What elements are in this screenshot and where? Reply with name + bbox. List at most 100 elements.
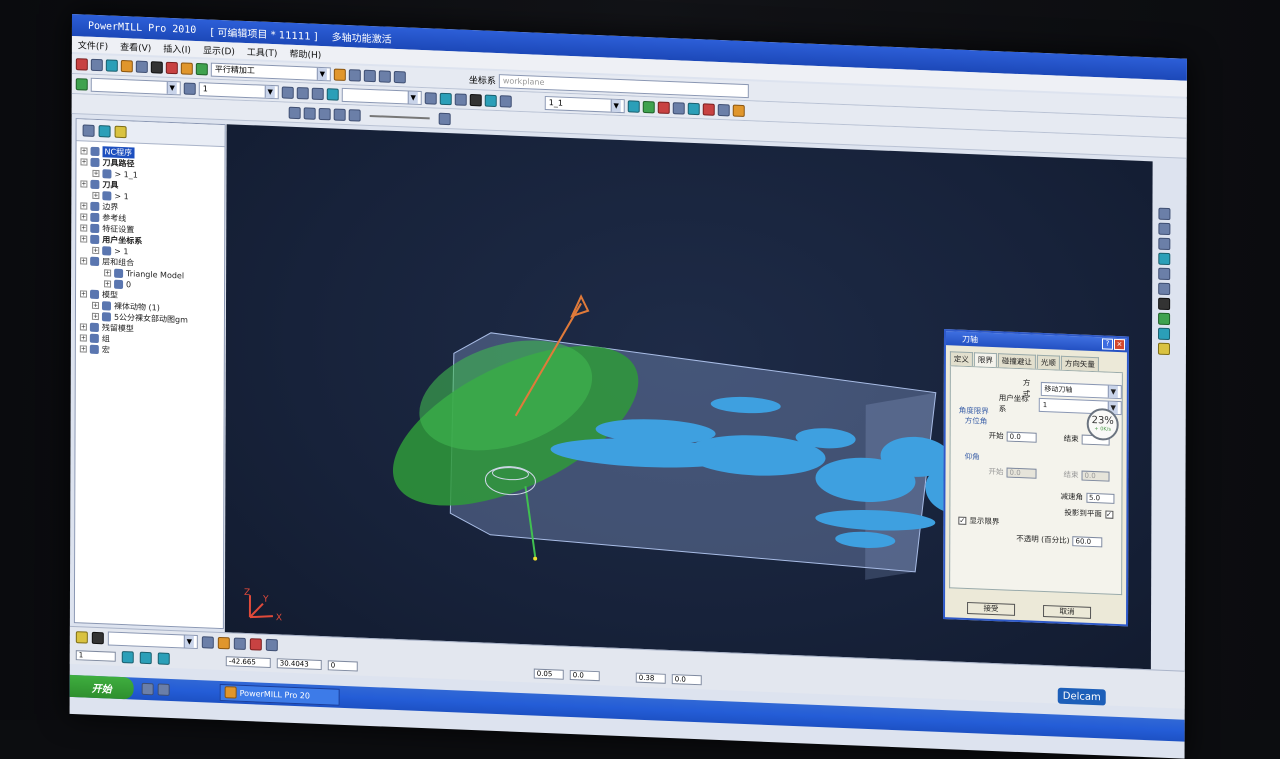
rewind-icon[interactable] (334, 108, 346, 120)
measure-icon[interactable] (470, 93, 482, 105)
tab-direction[interactable]: 方向矢量 (1061, 356, 1099, 372)
menu-file[interactable]: 文件(F) (78, 38, 108, 52)
toolpath-select[interactable]: 1_1▼ (545, 95, 625, 112)
show-limit-checkbox[interactable]: ✓ (958, 516, 966, 524)
expand-icon[interactable]: + (92, 192, 99, 199)
collision-icon[interactable] (440, 92, 452, 104)
view-iso-icon[interactable] (1158, 208, 1170, 220)
stop-icon[interactable] (76, 58, 88, 70)
speed-slider[interactable] (370, 114, 430, 118)
expand-icon[interactable]: + (92, 170, 99, 177)
eject-icon[interactable] (439, 112, 451, 124)
strategy-icon[interactable] (196, 62, 208, 74)
shaded-icon[interactable] (1158, 313, 1170, 325)
view-side-icon[interactable] (1158, 253, 1170, 265)
calculator-icon[interactable] (349, 69, 361, 81)
explorer-tree-icon[interactable] (83, 124, 95, 136)
save-icon[interactable] (91, 58, 103, 70)
elevation-start-field[interactable]: 0.0 (1007, 467, 1037, 478)
render-icon[interactable] (1158, 343, 1170, 355)
menu-view[interactable]: 查看(V) (120, 39, 151, 53)
menu-insert[interactable]: 插入(I) (163, 41, 191, 55)
xy-icon[interactable] (688, 102, 700, 114)
expand-icon[interactable]: + (104, 269, 111, 276)
pan-icon[interactable] (1158, 298, 1170, 310)
fast-forward-icon[interactable] (349, 109, 361, 121)
status-tool-field[interactable]: 1 (76, 650, 116, 662)
verify-icon[interactable] (628, 100, 640, 112)
wireframe-icon[interactable] (1158, 328, 1170, 340)
delete-icon[interactable] (500, 95, 512, 107)
boundary-icon[interactable] (136, 60, 148, 72)
simulate-icon[interactable] (364, 69, 376, 81)
tab-definition[interactable]: 定义 (950, 351, 973, 366)
view-select[interactable]: ▼ (91, 77, 181, 95)
grid-icon[interactable] (379, 70, 391, 82)
menu-help[interactable]: 帮助(H) (289, 46, 321, 60)
play-icon[interactable] (289, 106, 301, 118)
expand-icon[interactable]: + (81, 147, 88, 154)
menu-tools[interactable]: 工具(T) (247, 45, 278, 59)
arrow-icon[interactable] (718, 103, 730, 115)
start-button[interactable]: 开始 (70, 675, 134, 700)
rotate-icon[interactable] (327, 88, 339, 100)
feed-icon[interactable] (733, 104, 745, 116)
taskbar-powermill[interactable]: PowerMILL Pro 20 (220, 683, 340, 705)
zoom-icon[interactable] (1158, 268, 1170, 280)
menu-display[interactable]: 显示(D) (203, 43, 235, 57)
expand-icon[interactable]: + (80, 180, 87, 187)
settings-icon[interactable] (394, 70, 406, 82)
wire-icon[interactable] (297, 87, 309, 99)
refresh-icon[interactable] (234, 638, 246, 650)
view-front-icon[interactable] (1158, 238, 1170, 250)
project-plane-checkbox[interactable]: ✓ (1105, 510, 1113, 518)
tab-collision[interactable]: 碰撞避让 (998, 353, 1036, 369)
expand-icon[interactable]: + (80, 323, 87, 330)
tab-limits[interactable]: 限界 (974, 352, 997, 367)
expand-icon[interactable]: + (92, 302, 99, 309)
explorer-bucket-icon[interactable] (115, 125, 127, 137)
tool-select[interactable]: 1▼ (199, 82, 279, 99)
quicklaunch-ie-icon[interactable] (142, 683, 154, 695)
expand-icon[interactable]: + (80, 235, 87, 242)
probe-icon[interactable] (485, 94, 497, 106)
mill-icon[interactable] (658, 101, 670, 113)
expand-icon[interactable]: + (80, 345, 87, 352)
expand-icon[interactable]: + (92, 313, 99, 320)
leads-icon[interactable] (181, 62, 193, 74)
view-icon[interactable] (76, 78, 88, 90)
calculate-icon[interactable] (334, 68, 346, 80)
eraser-icon[interactable] (218, 637, 230, 649)
accept-button[interactable]: 接受 (967, 602, 1015, 616)
view-top-icon[interactable] (1158, 223, 1170, 235)
spindle-icon[interactable] (703, 103, 715, 115)
block-icon[interactable] (106, 59, 118, 71)
shade-icon[interactable] (282, 86, 294, 98)
pattern-icon[interactable] (151, 61, 163, 73)
expand-icon[interactable]: + (80, 202, 87, 209)
azimuth-start-field[interactable]: 0.0 (1007, 431, 1037, 442)
snap-icon[interactable] (122, 651, 134, 663)
cross-icon[interactable] (425, 92, 437, 104)
pause-icon[interactable] (304, 107, 316, 119)
snap2-icon[interactable] (140, 652, 152, 664)
expand-icon[interactable]: + (80, 334, 87, 341)
tool-icon[interactable] (121, 59, 133, 71)
expand-icon[interactable]: + (80, 224, 87, 231)
elevation-end-field[interactable]: 0.0 (1082, 470, 1110, 481)
green-cube-icon[interactable] (643, 100, 655, 112)
explorer-globe-icon[interactable] (99, 125, 111, 137)
tool-select-icon[interactable] (184, 82, 196, 94)
check-icon[interactable] (455, 93, 467, 105)
zoom-fit-icon[interactable] (1158, 283, 1170, 295)
expand-icon[interactable]: + (80, 158, 87, 165)
dialog-close-button[interactable]: × (1114, 339, 1125, 350)
strategy-select[interactable]: 平行精加工▼ (211, 62, 331, 81)
clear-icon[interactable] (266, 639, 278, 651)
cancel-button[interactable]: 取消 (1043, 605, 1091, 619)
step-back-icon[interactable] (319, 107, 331, 119)
plunge-icon[interactable] (312, 87, 324, 99)
pencil-icon[interactable] (202, 636, 214, 648)
expand-icon[interactable]: + (80, 290, 87, 297)
table-icon[interactable] (673, 102, 685, 114)
